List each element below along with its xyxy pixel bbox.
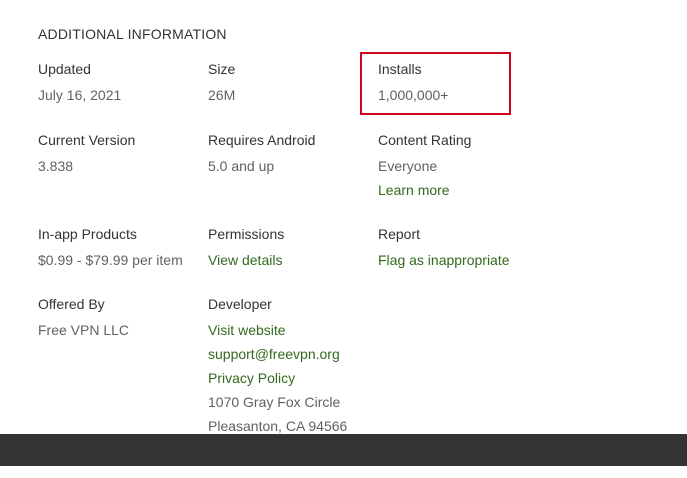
footer-bar [0, 434, 687, 466]
content-rating-value-group: Everyone Learn more [378, 154, 543, 202]
content-rating-cell: Content Rating Everyone Learn more [378, 131, 543, 202]
updated-value: July 16, 2021 [38, 87, 122, 103]
current-version-cell: Current Version 3.838 [38, 131, 203, 175]
offered-by-label: Offered By [38, 296, 105, 312]
privacy-policy-link[interactable]: Privacy Policy [208, 366, 373, 390]
visit-website-link[interactable]: Visit website [208, 318, 373, 342]
report-cell: Report Flag as inappropriate [378, 225, 543, 269]
in-app-products-cell: In-app Products $0.99 - $79.99 per item [38, 225, 203, 269]
size-label: Size [208, 61, 236, 77]
in-app-products-label: In-app Products [38, 226, 137, 242]
requires-android-value: 5.0 and up [208, 158, 275, 174]
updated-cell: Updated July 16, 2021 [38, 60, 203, 104]
section-title: ADDITIONAL INFORMATION [38, 26, 227, 42]
in-app-products-value: $0.99 - $79.99 per item [38, 252, 183, 268]
permissions-cell: Permissions View details [208, 225, 373, 269]
requires-android-label: Requires Android [208, 132, 316, 148]
developer-value-group: Visit website support@freevpn.org Privac… [208, 318, 373, 438]
developer-address-line1: 1070 Gray Fox Circle [208, 394, 341, 410]
size-cell: Size 26M [208, 60, 373, 104]
requires-android-cell: Requires Android 5.0 and up [208, 131, 373, 175]
offered-by-value: Free VPN LLC [38, 322, 130, 338]
permissions-label: Permissions [208, 226, 285, 242]
learn-more-link[interactable]: Learn more [378, 178, 543, 202]
developer-label: Developer [208, 296, 272, 312]
updated-label: Updated [38, 61, 91, 77]
installs-highlight-box [360, 52, 511, 115]
report-label: Report [378, 226, 421, 242]
current-version-value: 3.838 [38, 158, 74, 174]
content-rating-value: Everyone [378, 158, 438, 174]
developer-cell: Developer Visit website support@freevpn.… [208, 295, 373, 438]
view-details-link[interactable]: View details [208, 251, 373, 269]
current-version-label: Current Version [38, 132, 136, 148]
flag-inappropriate-link[interactable]: Flag as inappropriate [378, 251, 543, 269]
developer-email-link[interactable]: support@freevpn.org [208, 342, 373, 366]
content-rating-label: Content Rating [378, 132, 472, 148]
size-value: 26M [208, 87, 236, 103]
offered-by-cell: Offered By Free VPN LLC [38, 295, 203, 339]
